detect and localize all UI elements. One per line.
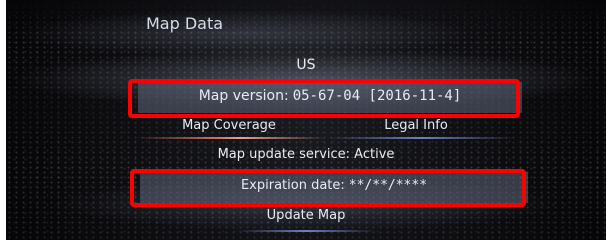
tab-legal-info-indicator (326, 137, 516, 139)
tab-legal-info[interactable]: Legal Info (346, 118, 486, 133)
background-texture (6, 0, 606, 240)
map-data-screen: Map Data US Map version: 05-67-04 [2016-1… (6, 0, 606, 240)
screen-title: Map Data (146, 14, 224, 33)
map-version-value: 05-67-04 [2016-11-4] (292, 88, 462, 104)
expiration-value: **/**/**** (348, 178, 428, 193)
map-version-text: Map version: 05-67-04 [2016-11-4] (138, 88, 522, 104)
update-map-indicator (236, 230, 376, 232)
tab-map-coverage-indicator (136, 137, 326, 139)
region-label: US (296, 57, 316, 73)
expiration-label: Expiration date: (240, 178, 345, 193)
expiration-text: Expiration date: **/**/**** (140, 178, 528, 193)
update-map-label: Update Map (266, 208, 346, 223)
update-map-button[interactable]: Update Map (206, 206, 406, 234)
map-version-label: Map version: (198, 88, 289, 104)
map-update-service-status: Map update service: Active (217, 147, 395, 162)
tab-map-coverage[interactable]: Map Coverage (154, 118, 304, 133)
